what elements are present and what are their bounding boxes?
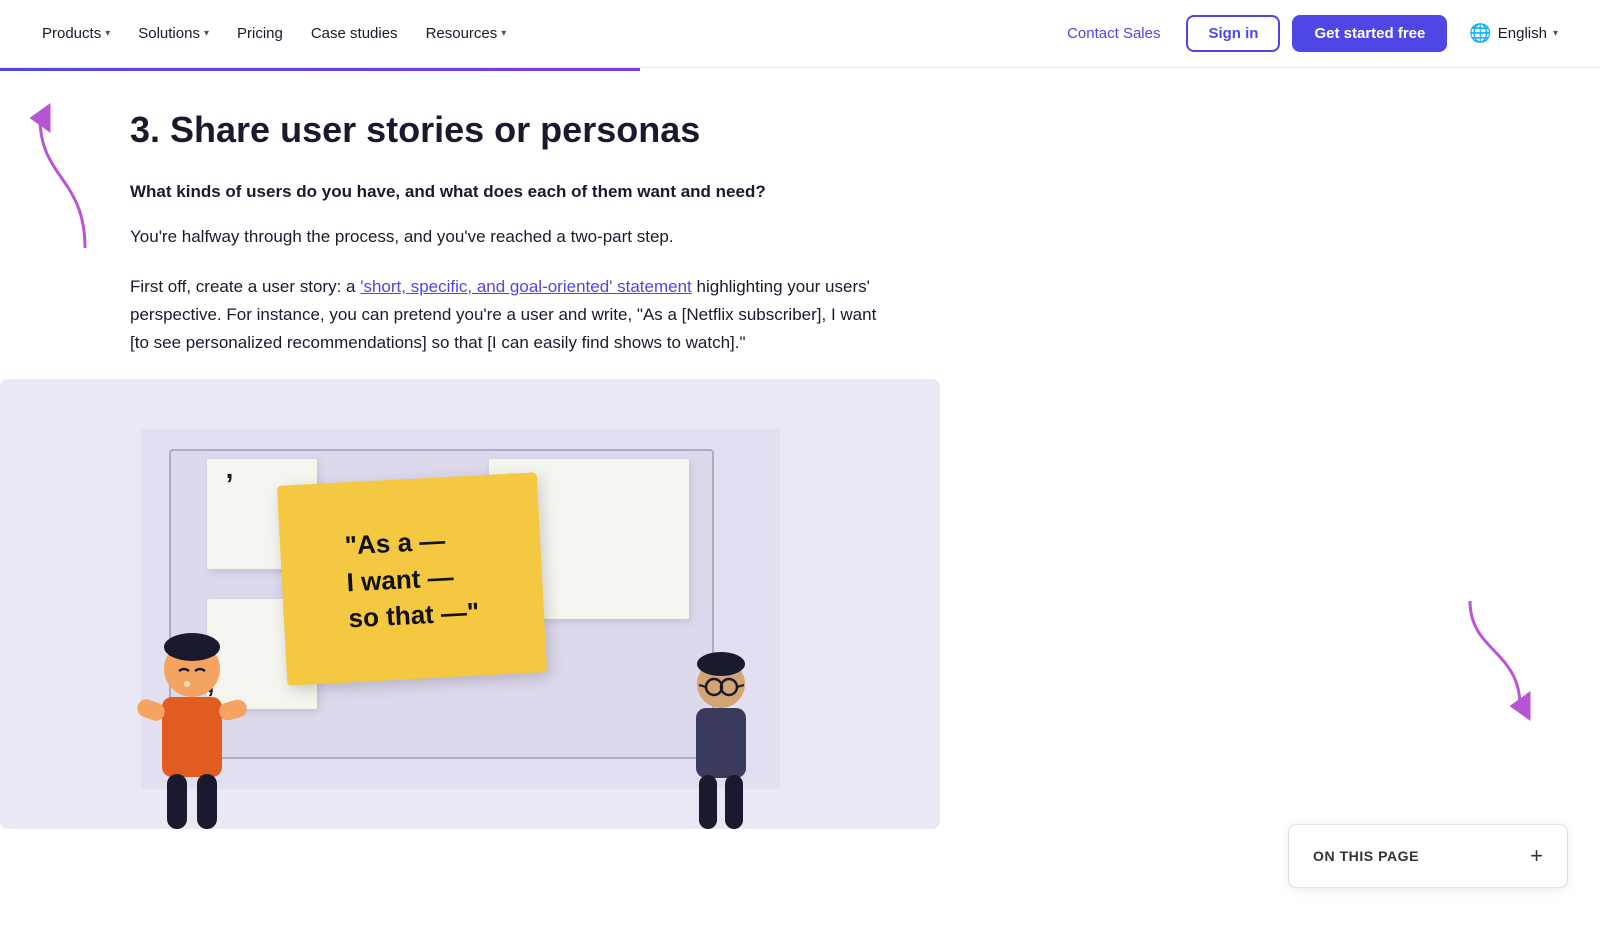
nav-case-studies[interactable]: Case studies — [301, 19, 408, 48]
nav-case-studies-label: Case studies — [311, 25, 398, 42]
contact-sales-link[interactable]: Contact Sales — [1053, 17, 1174, 50]
nav-products-label: Products — [42, 25, 101, 42]
globe-icon: 🌐 — [1469, 23, 1491, 44]
nav-right: Contact Sales Sign in Get started free 🌐… — [1053, 15, 1568, 52]
illustration-block: , , , , "As a — I want — so that —" — [0, 379, 940, 829]
person-right-figure — [671, 649, 771, 829]
language-label: English — [1498, 25, 1547, 42]
on-this-page-label: ON THIS PAGE — [1313, 848, 1419, 864]
arrow-left-decoration — [30, 98, 100, 263]
paragraph-2: First off, create a user story: a 'short… — [130, 273, 880, 357]
sign-in-button[interactable]: Sign in — [1186, 15, 1280, 52]
on-this-page-widget[interactable]: ON THIS PAGE + — [1288, 824, 1568, 888]
solutions-chevron-icon: ▾ — [204, 28, 209, 39]
nav-pricing-label: Pricing — [237, 25, 283, 42]
nav-solutions[interactable]: Solutions ▾ — [128, 19, 219, 48]
user-story-link[interactable]: 'short, specific, and goal-oriented' sta… — [360, 277, 692, 296]
nav-resources-label: Resources — [426, 25, 498, 42]
section-heading: 3. Share user stories or personas — [130, 108, 880, 151]
language-chevron-icon: ▾ — [1553, 28, 1558, 39]
language-selector[interactable]: 🌐 English ▾ — [1459, 17, 1568, 50]
resources-chevron-icon: ▾ — [501, 28, 506, 39]
nav-left: Products ▾ Solutions ▾ Pricing Case stud… — [32, 19, 1053, 48]
person-left-figure — [132, 629, 252, 829]
nav-pricing[interactable]: Pricing — [227, 19, 293, 48]
navbar: Products ▾ Solutions ▾ Pricing Case stud… — [0, 0, 1600, 68]
paragraph-1: You're halfway through the process, and … — [130, 223, 880, 251]
subheading: What kinds of users do you have, and wha… — [130, 179, 880, 205]
sticky-line3: so that —" — [348, 594, 481, 637]
sticky-note-text: "As a — I want — so that —" — [327, 504, 497, 653]
arrow-right-decoration — [1450, 591, 1540, 736]
comma-1: , — [226, 453, 234, 485]
main-content: 3. Share user stories or personas What k… — [0, 68, 960, 869]
expand-icon[interactable]: + — [1530, 843, 1543, 869]
get-started-button[interactable]: Get started free — [1292, 15, 1447, 52]
para2-prefix: First off, create a user story: a — [130, 277, 360, 296]
nav-solutions-label: Solutions — [138, 25, 200, 42]
nav-resources[interactable]: Resources ▾ — [416, 19, 517, 48]
nav-products[interactable]: Products ▾ — [32, 19, 120, 48]
products-chevron-icon: ▾ — [105, 28, 110, 39]
illustration: , , , , "As a — I want — so that —" — [0, 379, 940, 829]
sticky-note-yellow: "As a — I want — so that —" — [277, 472, 547, 685]
